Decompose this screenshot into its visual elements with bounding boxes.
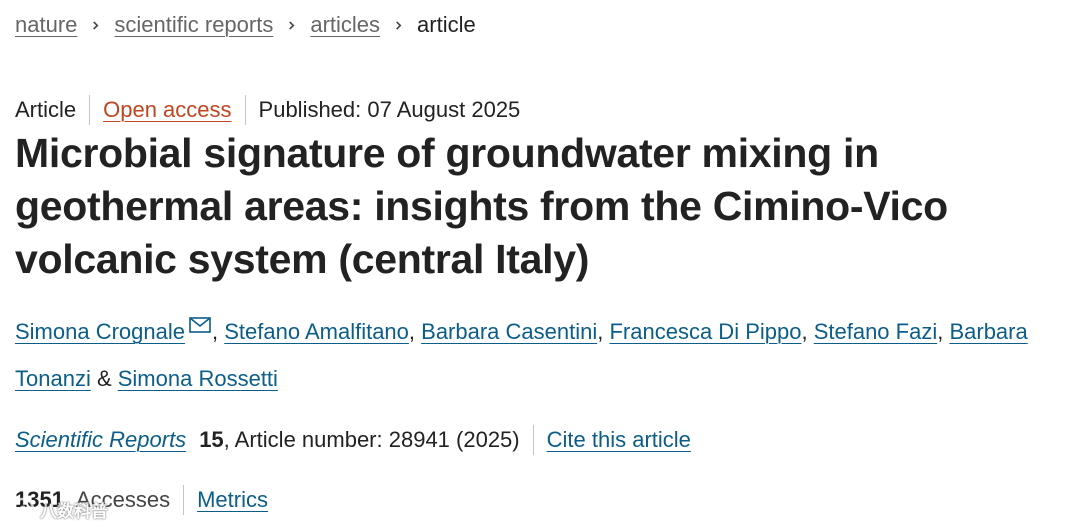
cite-this-article-link[interactable]: Cite this article — [547, 427, 691, 453]
journal-link[interactable]: Scientific Reports — [15, 427, 186, 453]
author-link[interactable]: Simona Rossetti — [118, 366, 278, 391]
breadcrumb-link-scientific-reports[interactable]: scientific reports — [114, 12, 273, 38]
article-number: , Article number: 28941 (2025) — [223, 427, 520, 452]
author-separator: , — [937, 319, 950, 344]
divider — [89, 95, 91, 125]
article-type: Article — [15, 97, 77, 122]
chevron-right-icon — [93, 20, 99, 30]
author-link[interactable]: Stefano Amalfitano — [224, 319, 409, 344]
mail-icon[interactable] — [189, 317, 211, 333]
watermark: 八数科普 — [10, 496, 108, 522]
metrics-link[interactable]: Metrics — [197, 487, 268, 513]
author-separator: & — [90, 366, 118, 391]
author-list: Simona Crognale, Stefano Amalfitano, Bar… — [15, 308, 1070, 402]
watermark-logo-icon — [11, 497, 35, 521]
author-separator: , — [597, 319, 610, 344]
author-link[interactable]: Stefano Fazi — [814, 319, 938, 344]
breadcrumb-link-articles[interactable]: articles — [310, 12, 380, 38]
volume-number: 15 — [199, 427, 224, 452]
author-separator: , — [801, 319, 814, 344]
author-separator: , — [408, 319, 422, 344]
watermark-text: 八数科普 — [40, 501, 108, 521]
open-access-link[interactable]: Open access — [103, 97, 231, 123]
divider — [183, 485, 185, 515]
divider — [244, 95, 246, 125]
published-date: Published: 07 August 2025 — [258, 97, 521, 122]
author-link[interactable]: Barbara Casentini — [421, 319, 597, 344]
chevron-right-icon — [396, 20, 402, 30]
breadcrumb: nature scientific reports articles artic… — [15, 12, 476, 38]
author-link[interactable]: Simona Crognale — [15, 319, 185, 344]
breadcrumb-link-nature[interactable]: nature — [15, 12, 77, 38]
author-link[interactable]: Francesca Di Pippo — [609, 319, 801, 344]
article-meta: Article Open access Published: 07 August… — [15, 95, 520, 125]
breadcrumb-current: article — [417, 12, 476, 37]
divider — [532, 425, 534, 455]
chevron-right-icon — [289, 20, 295, 30]
author-separator: , — [211, 319, 225, 344]
citation-row: Scientific Reports 15 , Article number: … — [15, 425, 691, 455]
article-title: Microbial signature of groundwater mixin… — [15, 130, 948, 282]
